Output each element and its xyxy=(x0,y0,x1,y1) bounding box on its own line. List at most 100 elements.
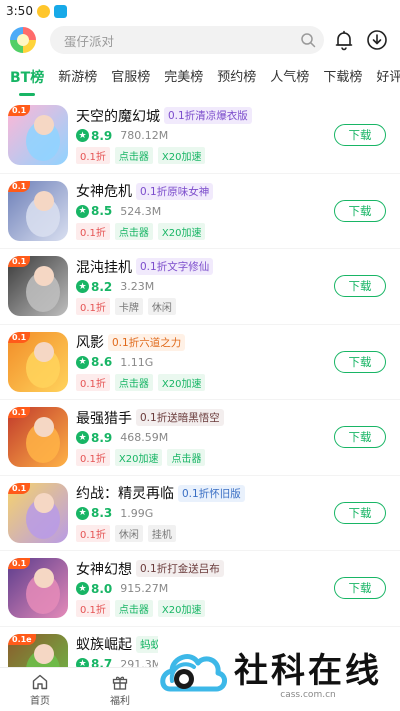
game-tag: 0.1折 xyxy=(76,373,110,391)
rating-star-icon: ★ xyxy=(76,582,89,596)
game-title[interactable]: 天空的魔幻城 xyxy=(76,106,160,126)
game-tag: X20加速 xyxy=(157,373,206,391)
game-title[interactable]: 女神危机 xyxy=(76,181,132,201)
game-tag: 挂机 xyxy=(147,524,176,542)
app-logo-icon[interactable] xyxy=(10,27,36,53)
watermark-title: 社科在线 xyxy=(234,651,382,691)
game-icon[interactable]: 0.1 xyxy=(8,105,68,166)
download-manager-icon[interactable] xyxy=(363,26,390,54)
game-tag: 0.1折 xyxy=(76,600,110,618)
game-rating: 8.6 xyxy=(91,355,113,370)
game-rating: 8.9 xyxy=(91,430,113,445)
rating-star-icon: ★ xyxy=(76,204,89,218)
game-size: 524.3M xyxy=(120,204,162,218)
game-tag: 点击器 xyxy=(167,449,206,467)
game-tag: 点击器 xyxy=(114,600,153,618)
game-size: 1.99G xyxy=(120,506,154,520)
game-row[interactable]: 0.1 风影 0.1折六道之力 ★ 8.6 1.11G 0.1折 点击器 X20加速… xyxy=(0,325,400,400)
nav-welfare[interactable]: 福利 xyxy=(80,668,160,711)
download-button[interactable]: 下载 xyxy=(334,350,386,373)
status-bar: 3:50 xyxy=(0,0,400,22)
nav-welfare-label: 福利 xyxy=(110,695,130,707)
game-rating: 8.0 xyxy=(91,581,113,596)
download-button[interactable]: 下载 xyxy=(334,275,386,298)
game-title[interactable]: 蚁族崛起 xyxy=(76,634,132,654)
tab-official[interactable]: 官服榜 xyxy=(111,58,150,98)
gift-icon xyxy=(112,676,128,690)
app-notification-icon xyxy=(36,4,50,18)
game-title[interactable]: 约战：精灵再临 xyxy=(76,483,174,503)
game-row[interactable]: 0.1 天空的魔幻城 0.1折清凉爆衣版 ★ 8.9 780.12M 0.1折点… xyxy=(0,98,400,174)
game-icon[interactable]: 0.1 xyxy=(8,482,68,543)
game-row[interactable]: 0.1 最强猎手 0.1折送暗黑悟空 ★ 8.9 468.59M 0.1折 X20… xyxy=(0,400,400,476)
game-icon[interactable]: 0.1 xyxy=(8,407,68,468)
tab-bt[interactable]: BT榜 xyxy=(10,58,44,98)
game-tag: X20加速 xyxy=(157,147,206,165)
promo-badge: 0.1折文字修仙 xyxy=(136,258,214,276)
game-row[interactable]: 0.1 约战：精灵再临 0.1折怀旧版 ★ 8.3 1.99G 0.1折 休闲 挂机… xyxy=(0,476,400,551)
game-tag: X20加速 xyxy=(157,600,206,618)
game-size: 3.23M xyxy=(120,280,155,294)
game-row[interactable]: 0.1 女神幻想 0.1折打金送吕布 ★ 8.0 915.27M 0.1折 点击器… xyxy=(0,551,400,627)
ranking-tabs: BT榜 新游榜 官服榜 完美榜 预约榜 人气榜 下载榜 好评榜 xyxy=(0,58,400,98)
game-tag: 0.1折 xyxy=(76,298,110,316)
game-row[interactable]: 0.1 混沌挂机 0.1折文字修仙 ★ 8.2 3.23M 0.1折 卡牌 休闲 下… xyxy=(0,249,400,325)
download-button[interactable]: 下载 xyxy=(334,199,386,222)
discount-badge: 0.1e xyxy=(8,633,36,645)
tab-popular[interactable]: 人气榜 xyxy=(270,58,309,98)
game-tag: 卡牌 xyxy=(114,298,143,316)
download-button[interactable]: 下载 xyxy=(334,577,386,600)
search-input[interactable]: 蛋仔派对 xyxy=(50,26,324,54)
promo-badge: 0.1折六道之力 xyxy=(108,333,186,351)
game-icon[interactable]: 0.1 xyxy=(8,331,68,392)
tab-downloads[interactable]: 下载榜 xyxy=(323,58,362,98)
rating-star-icon: ★ xyxy=(76,280,89,294)
game-tag: 休闲 xyxy=(114,524,143,542)
search-placeholder: 蛋仔派对 xyxy=(64,33,115,49)
game-rating: 8.9 xyxy=(91,128,113,143)
game-tag: 休闲 xyxy=(147,298,176,316)
promo-badge: 0.1折怀旧版 xyxy=(178,484,245,502)
game-title[interactable]: 最强猎手 xyxy=(76,408,132,428)
download-button[interactable]: 下载 xyxy=(334,426,386,449)
promo-badge: 0.1折清凉爆衣版 xyxy=(164,107,252,125)
promo-badge: 0.1折打金送吕布 xyxy=(136,560,224,578)
rating-star-icon: ★ xyxy=(76,506,89,520)
bell-icon[interactable] xyxy=(330,26,357,54)
download-button[interactable]: 下载 xyxy=(334,501,386,524)
tab-reservation[interactable]: 预约榜 xyxy=(217,58,256,98)
game-icon[interactable]: 0.1 xyxy=(8,558,68,619)
game-tag: X20加速 xyxy=(157,222,206,240)
tab-perfect[interactable]: 完美榜 xyxy=(164,58,203,98)
game-size: 468.59M xyxy=(120,431,169,445)
game-icon[interactable]: 0.1 xyxy=(8,256,68,317)
game-title[interactable]: 风影 xyxy=(76,332,104,352)
download-button[interactable]: 下载 xyxy=(334,124,386,147)
nav-home[interactable]: 首页 xyxy=(0,668,80,711)
game-rating: 8.5 xyxy=(91,204,113,219)
game-tag: 0.1折 xyxy=(76,449,110,467)
top-bar: 蛋仔派对 xyxy=(0,22,400,58)
discount-badge: 0.1 xyxy=(8,105,31,117)
download-notification-icon xyxy=(53,4,67,18)
game-rating: 8.3 xyxy=(91,506,113,521)
game-size: 780.12M xyxy=(120,129,169,143)
tab-top-rated[interactable]: 好评榜 xyxy=(376,58,400,98)
game-tag: X20加速 xyxy=(114,449,163,467)
game-size: 1.11G xyxy=(120,355,154,369)
watermark: 社科在线 cass.com.cn xyxy=(158,632,400,711)
game-tag: 0.1折 xyxy=(76,222,110,240)
game-tag: 点击器 xyxy=(114,222,153,240)
game-row[interactable]: 0.1 女神危机 0.1折原味女神 ★ 8.5 524.3M 0.1折 点击器 X2… xyxy=(0,174,400,249)
watermark-logo-icon xyxy=(158,637,228,707)
tab-new-games[interactable]: 新游榜 xyxy=(58,58,97,98)
promo-badge: 0.1折原味女神 xyxy=(136,182,214,200)
game-title[interactable]: 混沌挂机 xyxy=(76,257,132,277)
game-tag: 0.1折 xyxy=(76,524,110,542)
discount-badge: 0.1 xyxy=(8,558,31,570)
discount-badge: 0.1 xyxy=(8,482,31,494)
game-title[interactable]: 女神幻想 xyxy=(76,559,132,579)
game-icon[interactable]: 0.1 xyxy=(8,180,68,241)
game-tag: 点击器 xyxy=(114,373,153,391)
game-size: 915.27M xyxy=(120,582,169,596)
